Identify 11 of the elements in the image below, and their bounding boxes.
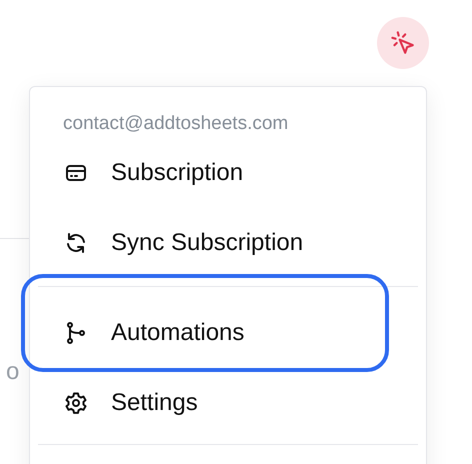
settings-icon	[64, 391, 88, 415]
avatar-button[interactable]	[377, 17, 429, 69]
branch-icon	[64, 321, 88, 345]
refresh-icon	[64, 231, 88, 255]
background-text: o	[6, 358, 20, 386]
account-email: contact@addtosheets.com	[62, 112, 290, 136]
menu-item[interactable]: Sync Subscription	[25, 208, 422, 278]
cursor-click-icon	[390, 30, 416, 56]
menu-item[interactable]: Settings	[25, 368, 422, 438]
menu-item[interactable]: Subscription	[25, 138, 422, 208]
menu-item[interactable]: Automations	[25, 298, 422, 368]
